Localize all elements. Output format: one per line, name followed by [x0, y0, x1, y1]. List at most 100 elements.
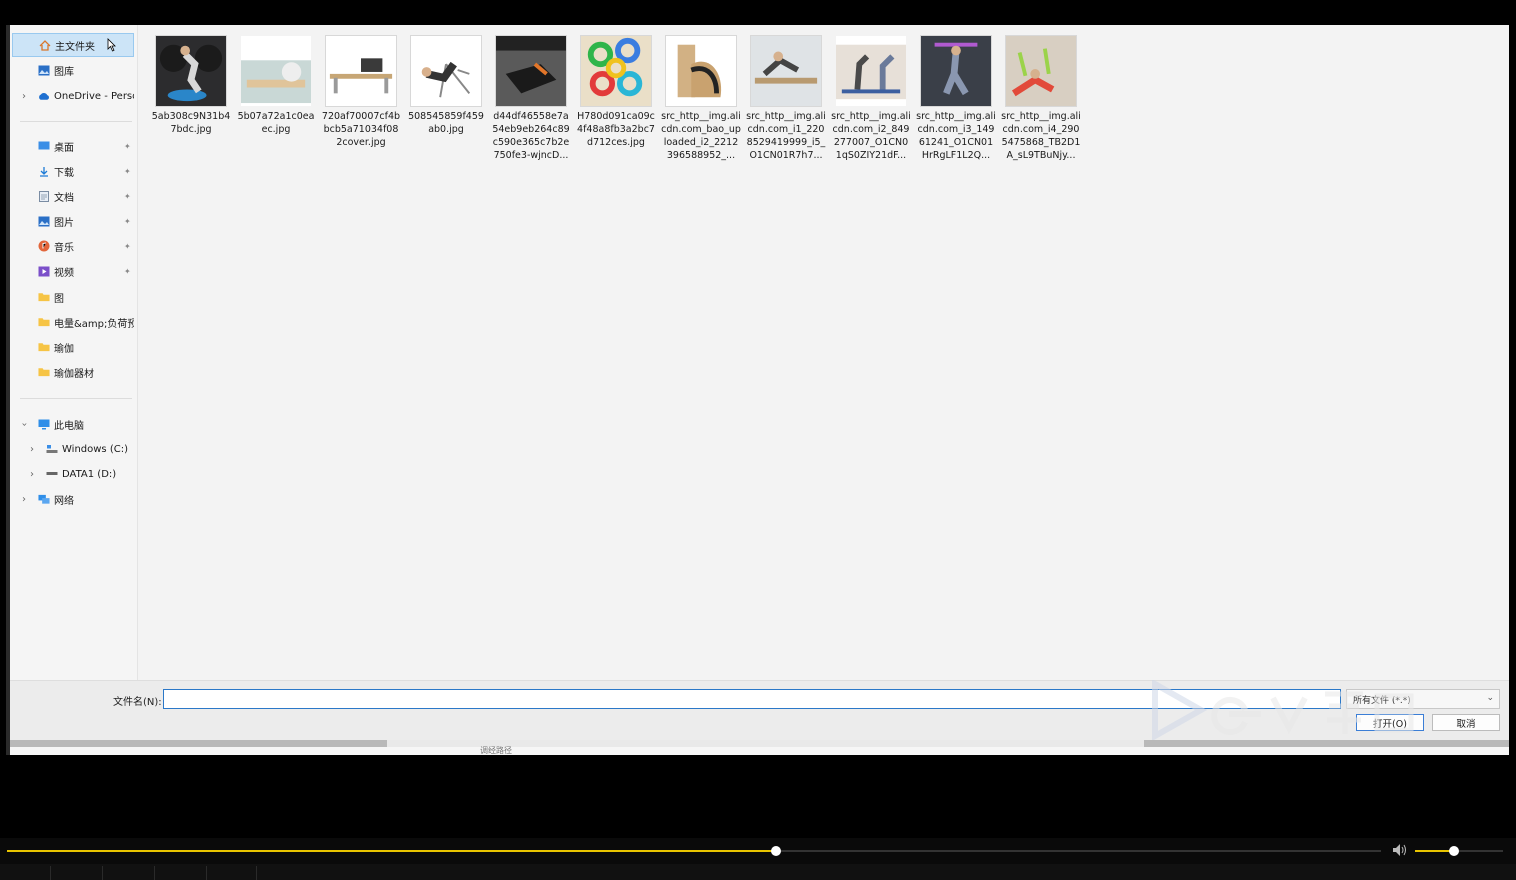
nav-label: OneDrive - Perso — [54, 90, 134, 102]
volume-icon[interactable] — [1392, 843, 1408, 857]
folder-icon — [38, 317, 50, 328]
file-thumbnail — [750, 35, 822, 107]
nav-label: DATA1 (D:) — [62, 468, 117, 480]
file-thumbnail — [155, 35, 227, 107]
nav-item-gallery[interactable]: 图库 — [12, 58, 134, 82]
chevron-right-icon[interactable]: › — [22, 91, 26, 102]
file-item[interactable]: 720af70007cf4bbcb5a71034f082cover.jpg — [321, 35, 401, 149]
file-name: src_http__img.alicdn.com_i3_14961241_O1C… — [916, 111, 996, 161]
chevron-right-icon[interactable]: › — [22, 494, 26, 505]
file-thumbnail — [325, 35, 397, 107]
nav-label: 文档 — [54, 192, 74, 204]
file-item[interactable]: src_http__img.alicdn.com_bao_uploaded_i2… — [661, 35, 741, 162]
nav-item-home[interactable]: 主文件夹 — [12, 33, 134, 57]
nav-label: 电量&amp;负荷预 — [54, 318, 134, 330]
nav-item-network[interactable]: › 网络 — [12, 487, 134, 511]
pin-icon[interactable]: ✦ — [124, 167, 132, 176]
nav-label: 视频 — [54, 267, 74, 279]
nav-label: Windows (C:) — [62, 443, 128, 455]
pin-icon[interactable]: ✦ — [124, 242, 132, 251]
file-thumbnail — [580, 35, 652, 107]
document-icon — [38, 190, 50, 202]
file-name: src_http__img.alicdn.com_bao_uploaded_i2… — [661, 111, 741, 161]
nav-item-folder-tu[interactable]: 图 — [12, 285, 134, 309]
file-item[interactable]: src_http__img.alicdn.com_i3_14961241_O1C… — [916, 35, 996, 162]
desktop-icon — [38, 141, 50, 152]
nav-label: 主文件夹 — [55, 41, 95, 53]
volume-slider[interactable] — [1415, 846, 1503, 856]
toolbar-segment[interactable] — [256, 866, 306, 880]
chevron-right-icon[interactable]: › — [30, 469, 34, 480]
file-item[interactable]: d44df46558e7a54eb9eb264c89c590e365c7b2e7… — [491, 35, 571, 162]
nav-label: 瑜伽器材 — [54, 368, 94, 380]
chevron-down-icon: ⌄ — [1486, 693, 1494, 703]
file-item[interactable]: 508545859f459ab0.jpg — [406, 35, 486, 136]
navigation-pane: 主文件夹 图库 › OneDrive - Perso 桌面 ✦ 下载 ✦ 文档 … — [10, 25, 138, 680]
divider — [20, 121, 132, 122]
player-controls — [0, 838, 1516, 864]
file-thumbnail — [410, 35, 482, 107]
drive-icon — [46, 469, 58, 480]
file-name: 508545859f459ab0.jpg — [408, 111, 484, 135]
divider — [20, 398, 132, 399]
chevron-right-icon[interactable]: › — [30, 444, 34, 455]
folder-icon — [38, 367, 50, 378]
volume-handle[interactable] — [1448, 846, 1459, 856]
nav-item-folder-power[interactable]: 电量&amp;负荷预 — [12, 310, 134, 334]
file-item[interactable]: src_http__img.alicdn.com_i2_849277007_O1… — [831, 35, 911, 162]
pin-icon[interactable]: ✦ — [124, 267, 132, 276]
pin-icon[interactable]: ✦ — [124, 217, 132, 226]
nav-item-this-pc[interactable]: › 此电脑 — [12, 412, 134, 436]
nav-label: 下载 — [54, 167, 74, 179]
pin-icon[interactable]: ✦ — [124, 192, 132, 201]
pin-icon[interactable]: ✦ — [124, 142, 132, 151]
nav-item-drive-c[interactable]: › Windows (C:) — [12, 437, 134, 461]
nav-item-documents[interactable]: 文档 ✦ — [12, 184, 134, 208]
horizontal-scrollbar[interactable] — [10, 740, 1509, 747]
nav-item-folder-yoga[interactable]: 瑜伽 — [12, 335, 134, 359]
file-thumbnail — [240, 35, 312, 107]
volume-fill — [1415, 850, 1454, 852]
player-toolbar — [0, 864, 1516, 880]
file-item[interactable]: 5b07a72a1c0eaec.jpg — [236, 35, 316, 136]
chevron-down-icon[interactable]: › — [19, 422, 30, 426]
cloud-icon — [38, 91, 50, 102]
nav-label: 图 — [54, 293, 64, 305]
progress-fill — [7, 850, 777, 852]
file-list: 5ab308c9N31b47bdc.jpg 5b07a72a1c0eaec.jp… — [140, 25, 1509, 680]
nav-item-downloads[interactable]: 下载 ✦ — [12, 159, 134, 183]
progress-bar[interactable] — [7, 846, 1381, 856]
toolbar-segment[interactable] — [102, 866, 152, 880]
nav-item-folder-yoga-equipment[interactable]: 瑜伽器材 — [12, 360, 134, 384]
filename-label: 文件名(N): — [113, 697, 162, 708]
watermark-logo-icon — [1152, 680, 1414, 740]
cancel-button[interactable]: 取消 — [1432, 714, 1500, 731]
file-item[interactable]: src_http__img.alicdn.com_i4_2905475868_T… — [1001, 35, 1081, 162]
nav-item-drive-d[interactable]: › DATA1 (D:) — [12, 462, 134, 486]
toolbar-segment[interactable] — [154, 866, 204, 880]
status-strip: 调经路径 — [10, 746, 1509, 755]
file-thumbnail — [920, 35, 992, 107]
progress-handle[interactable] — [771, 846, 782, 856]
nav-item-pictures[interactable]: 图片 ✦ — [12, 209, 134, 233]
nav-item-videos[interactable]: 视频 ✦ — [12, 259, 134, 283]
nav-label: 图片 — [54, 217, 74, 229]
nav-label: 图库 — [54, 66, 74, 78]
toolbar-segment[interactable] — [50, 866, 100, 880]
gallery-icon — [38, 65, 50, 76]
toolbar-segment[interactable] — [206, 866, 256, 880]
file-name: 720af70007cf4bbcb5a71034f082cover.jpg — [321, 111, 401, 148]
file-item[interactable]: H780d091ca09c4f48a8fb3a2bc7d712ces.jpg — [576, 35, 656, 149]
file-item[interactable]: 5ab308c9N31b47bdc.jpg — [151, 35, 231, 136]
nav-label: 瑜伽 — [54, 343, 74, 355]
computer-icon — [38, 419, 50, 430]
file-thumbnail — [665, 35, 737, 107]
folder-icon — [38, 292, 50, 303]
nav-item-onedrive[interactable]: › OneDrive - Perso — [12, 84, 134, 108]
music-icon — [38, 240, 50, 252]
cancel-button-label: 取消 — [1456, 718, 1476, 730]
file-name: 5b07a72a1c0eaec.jpg — [237, 111, 315, 135]
nav-item-desktop[interactable]: 桌面 ✦ — [12, 134, 134, 158]
file-item[interactable]: src_http__img.alicdn.com_i1_220852941999… — [746, 35, 826, 162]
nav-item-music[interactable]: 音乐 ✦ — [12, 234, 134, 258]
